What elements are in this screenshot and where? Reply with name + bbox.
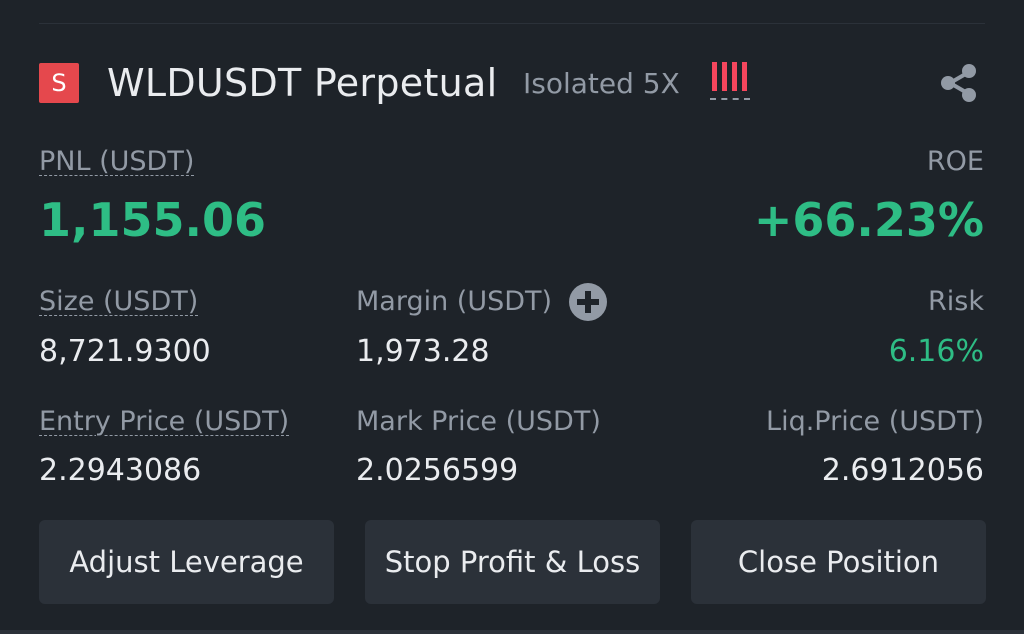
pnl-value: 1,155.06 <box>39 193 266 247</box>
size-value: 8,721.9300 <box>39 334 211 369</box>
margin-label: Margin (USDT) <box>356 286 553 317</box>
symbol-title[interactable]: WLDUSDT Perpetual <box>107 60 497 106</box>
position-card: S WLDUSDT Perpetual Isolated 5X PNL (USD… <box>0 0 1024 634</box>
size-label[interactable]: Size (USDT) <box>39 285 198 319</box>
close-position-button[interactable]: Close Position <box>691 520 986 604</box>
top-divider <box>39 23 985 24</box>
mark-price-label: Mark Price (USDT) <box>356 406 601 437</box>
liq-price-value: 2.6912056 <box>821 453 984 488</box>
pnl-label[interactable]: PNL (USDT) <box>39 145 194 179</box>
side-badge: S <box>39 63 79 103</box>
liq-price-label: Liq.Price (USDT) <box>766 406 984 437</box>
bottom-divider <box>0 630 1024 634</box>
risk-label: Risk <box>928 286 984 317</box>
roe-label: ROE <box>926 146 984 177</box>
stop-profit-loss-button[interactable]: Stop Profit & Loss <box>365 520 660 604</box>
share-icon[interactable] <box>938 62 980 104</box>
entry-price-value: 2.2943086 <box>39 453 202 488</box>
adjust-leverage-button[interactable]: Adjust Leverage <box>39 520 334 604</box>
mark-price-value: 2.0256599 <box>356 453 519 488</box>
risk-value: 6.16% <box>888 334 984 369</box>
entry-price-label[interactable]: Entry Price (USDT) <box>39 405 289 439</box>
roe-value: +66.23% <box>753 193 984 247</box>
margin-mode-label[interactable]: Isolated 5X <box>523 66 680 102</box>
risk-bars-icon[interactable] <box>710 62 752 102</box>
add-margin-icon[interactable] <box>568 282 608 322</box>
margin-value: 1,973.28 <box>356 334 490 369</box>
